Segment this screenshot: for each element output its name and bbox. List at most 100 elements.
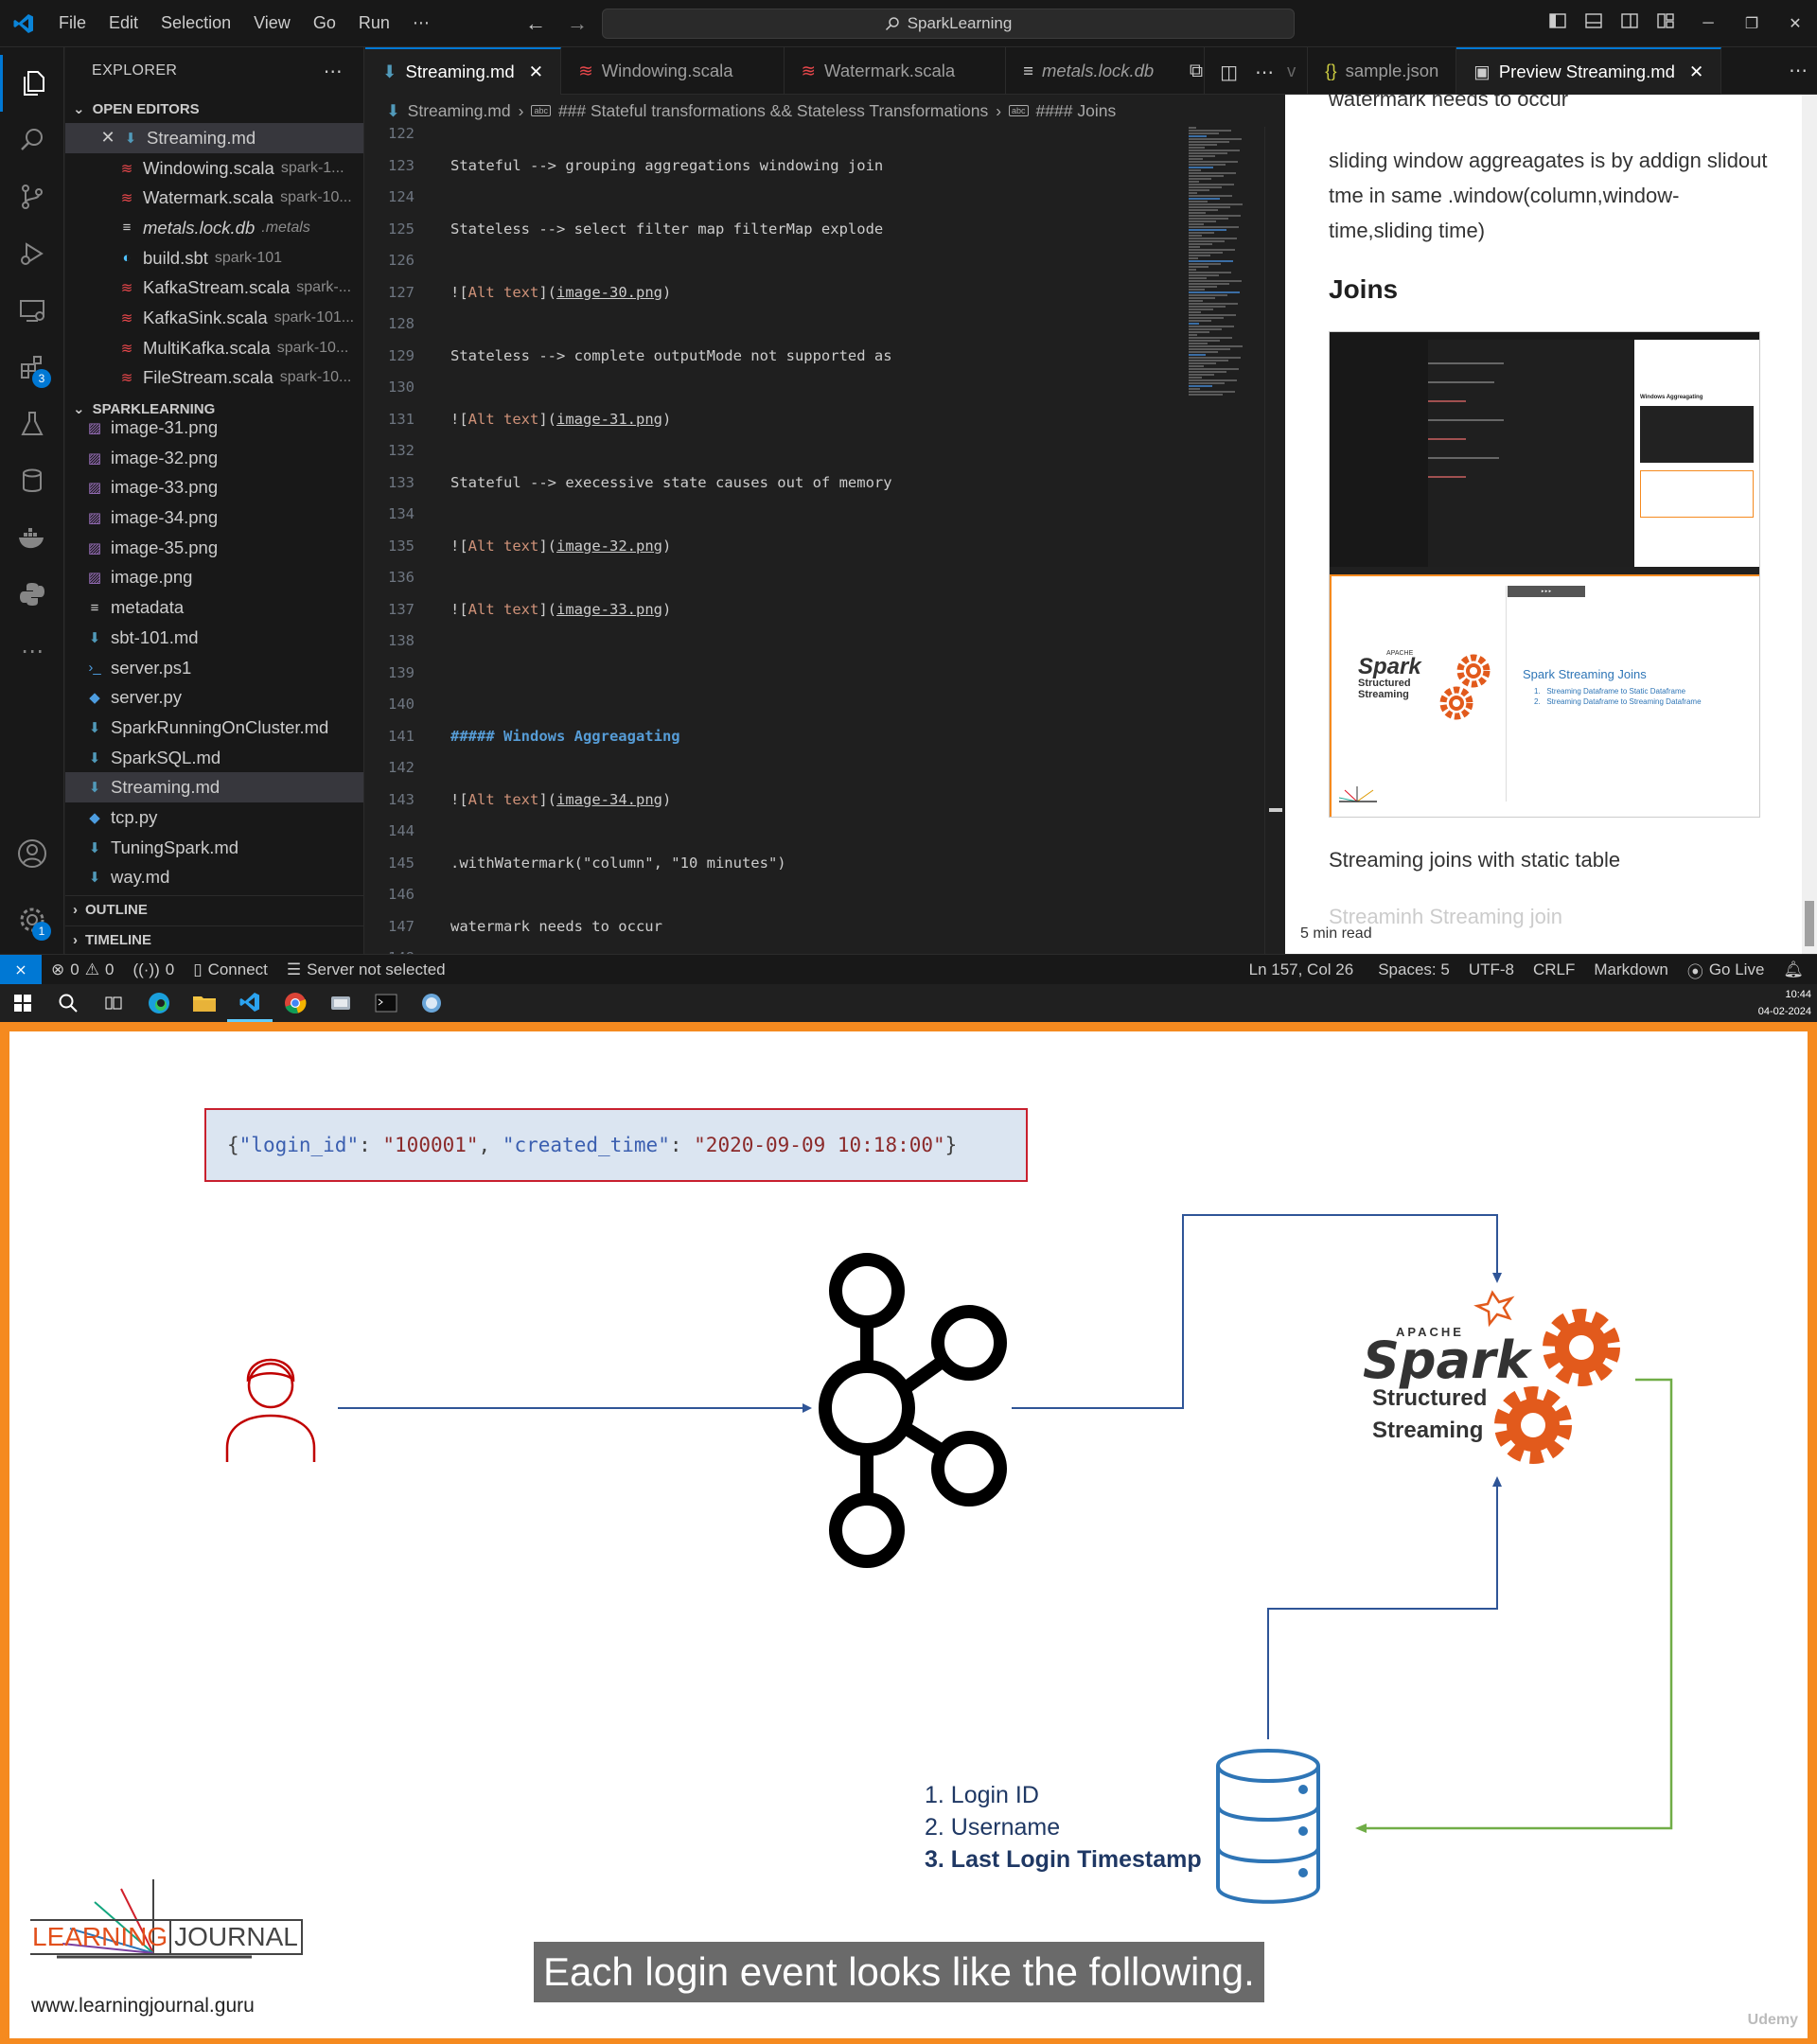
forward-arrow-icon[interactable]: → [567,11,588,36]
image-link[interactable]: image-31.png [556,411,662,428]
vscode-taskbar-icon[interactable] [227,984,273,1022]
command-center-search[interactable]: SparkLearning [602,9,1295,39]
breadcrumb-subsection[interactable]: #### Joins [1036,101,1117,121]
minimap[interactable] [1185,127,1262,954]
menu-item[interactable]: Edit [97,13,150,33]
preview-tab[interactable]: {} sample.json [1308,47,1457,95]
database-icon[interactable] [0,452,64,509]
terminal-icon[interactable] [363,984,409,1022]
file-tree-item[interactable]: ◆ server.py [65,682,363,713]
file-tree-item[interactable]: ⬇ sbt-101.md [65,623,363,653]
task-view-icon[interactable] [91,984,136,1022]
explorer-more-icon[interactable]: ⋯ [324,60,343,83]
close-icon[interactable]: ✕ [97,128,118,148]
file-tree-item[interactable]: ▨ image-35.png [65,533,363,563]
open-editor-item[interactable]: ◐ build.sbt spark-101 [65,243,363,273]
image-link[interactable]: image-33.png [556,601,662,618]
restore-icon[interactable]: ❐ [1730,0,1773,47]
run-debug-icon[interactable] [0,225,64,282]
ports-status[interactable]: ((·)) 0 [123,960,184,979]
source-control-icon[interactable] [0,168,64,225]
breadcrumb-file[interactable]: Streaming.md [408,101,511,121]
open-editor-item[interactable]: ≋ Watermark.scala spark-10... [65,183,363,213]
preview-scrollbar[interactable] [1802,95,1817,954]
back-arrow-icon[interactable]: ← [525,11,546,36]
python-view-icon[interactable] [0,566,64,623]
file-explorer-icon[interactable] [182,984,227,1022]
chrome-icon[interactable] [273,984,318,1022]
encoding-status[interactable]: UTF-8 [1459,960,1524,979]
open-editor-item[interactable]: ≋ KafkaSink.scala spark-101... [65,303,363,333]
file-tree-item[interactable]: ⬇ way.md [65,863,363,893]
file-tree-item[interactable]: ▨ image.png [65,563,363,593]
search-view-icon[interactable] [0,112,64,168]
outline-section[interactable]: › OUTLINE [65,895,363,924]
menu-item[interactable]: Run [347,13,401,33]
more-actions-icon[interactable]: ⋯ [1255,61,1274,84]
file-tree-item[interactable]: ⬇ Streaming.md [65,772,363,803]
open-editor-item[interactable]: ≋ FileStream.scala spark-10... [65,363,363,394]
editor-tab[interactable]: ≋ Watermark.scala [785,47,1007,95]
menu-item[interactable]: View [242,13,302,33]
windows-start-icon[interactable] [0,984,45,1022]
close-window-icon[interactable]: ✕ [1773,0,1817,47]
open-editor-item[interactable]: ✕ ⬇ Streaming.md [65,123,363,153]
file-tree-item[interactable]: ⬇ TuningSpark.md [65,833,363,863]
server-status[interactable]: ☰ Server not selected [277,960,455,979]
browser-app-icon[interactable] [409,984,454,1022]
scroll-thumb[interactable] [1269,808,1282,812]
close-icon[interactable]: ✕ [1689,62,1704,82]
minimize-icon[interactable]: ─ [1686,0,1730,47]
taskbar-clock[interactable]: 10:44 04-02-2024 [1758,986,1811,1020]
breadcrumb-section[interactable]: ### Stateful transformations && Stateles… [558,101,988,121]
extensions-icon[interactable]: 3 [0,339,64,396]
editor-scrollbar[interactable] [1264,127,1285,954]
file-tree-item[interactable]: ▨ image-33.png [65,473,363,503]
testing-icon[interactable] [0,396,64,452]
more-views-icon[interactable]: ⋯ [0,623,64,679]
eol-status[interactable]: CRLF [1524,960,1584,979]
close-icon[interactable]: ✕ [529,62,544,82]
open-editor-item[interactable]: ≋ KafkaStream.scala spark-... [65,273,363,303]
menu-item[interactable]: ⋯ [401,13,441,33]
remote-explorer-icon[interactable] [0,282,64,339]
toggle-secondary-sidebar-icon[interactable] [1620,11,1639,30]
file-tree-item[interactable]: ◆ tcp.py [65,802,363,833]
menu-item[interactable]: Selection [150,13,242,33]
timeline-section[interactable]: › TIMELINE [65,925,363,954]
file-tree-item[interactable]: ⬇ SparkRunningOnCluster.md [65,713,363,743]
open-editors-section[interactable]: ⌄ OPEN EDITORS [65,95,363,123]
taskbar-search-icon[interactable] [45,984,91,1022]
toggle-panel-icon[interactable] [1584,11,1603,30]
file-tree-item[interactable]: ›_ server.ps1 [65,653,363,683]
file-tree-item[interactable]: ▨ image-34.png [65,502,363,533]
remote-indicator-icon[interactable]: ⨯ [0,954,42,985]
accounts-icon[interactable] [0,825,64,882]
preview-tab[interactable]: ▣ Preview Streaming.md ✕ [1456,47,1722,95]
open-editor-item[interactable]: ≡ metals.lock.db .metals [65,213,363,243]
toggle-sidebar-icon[interactable] [1548,11,1567,30]
problems-status[interactable]: ⊗ 0 ⚠ 0 [42,960,123,979]
cursor-position[interactable]: Ln 157, Col 26 [1240,960,1364,979]
menu-item[interactable]: File [47,13,97,33]
notifications-bell-icon[interactable]: 🔔︎ [1773,960,1817,979]
image-link[interactable]: image-30.png [556,284,662,301]
code-editor[interactable]: 122 123 Stateful --> grouping aggregations… [365,127,1185,954]
customize-layout-icon[interactable] [1656,11,1675,30]
language-mode[interactable]: Markdown [1584,960,1677,979]
edge-browser-icon[interactable] [136,984,182,1022]
editor-tab[interactable]: ⬇ Streaming.md ✕ [365,47,562,95]
indentation-status[interactable]: Spaces: 5 [1368,960,1459,979]
open-editor-item[interactable]: ≋ MultiKafka.scala spark-10... [65,333,363,363]
image-link[interactable]: image-34.png [556,791,662,808]
file-tree-item[interactable]: ▨ image-32.png [65,443,363,473]
split-editor-icon[interactable]: ◫ [1220,61,1238,84]
image-link[interactable]: image-32.png [556,537,662,555]
docker-icon[interactable] [0,509,64,566]
go-live-button[interactable]: ⦿ Go Live [1678,959,1774,982]
file-tree-item[interactable]: ≡ metadata [65,592,363,623]
preview-more-icon[interactable]: ⋯ [1789,59,1808,82]
open-editor-item[interactable]: ≋ Windowing.scala spark-1... [65,153,363,184]
menu-item[interactable]: Go [302,13,347,33]
file-tree-item[interactable]: ⬇ SparkSQL.md [65,743,363,773]
